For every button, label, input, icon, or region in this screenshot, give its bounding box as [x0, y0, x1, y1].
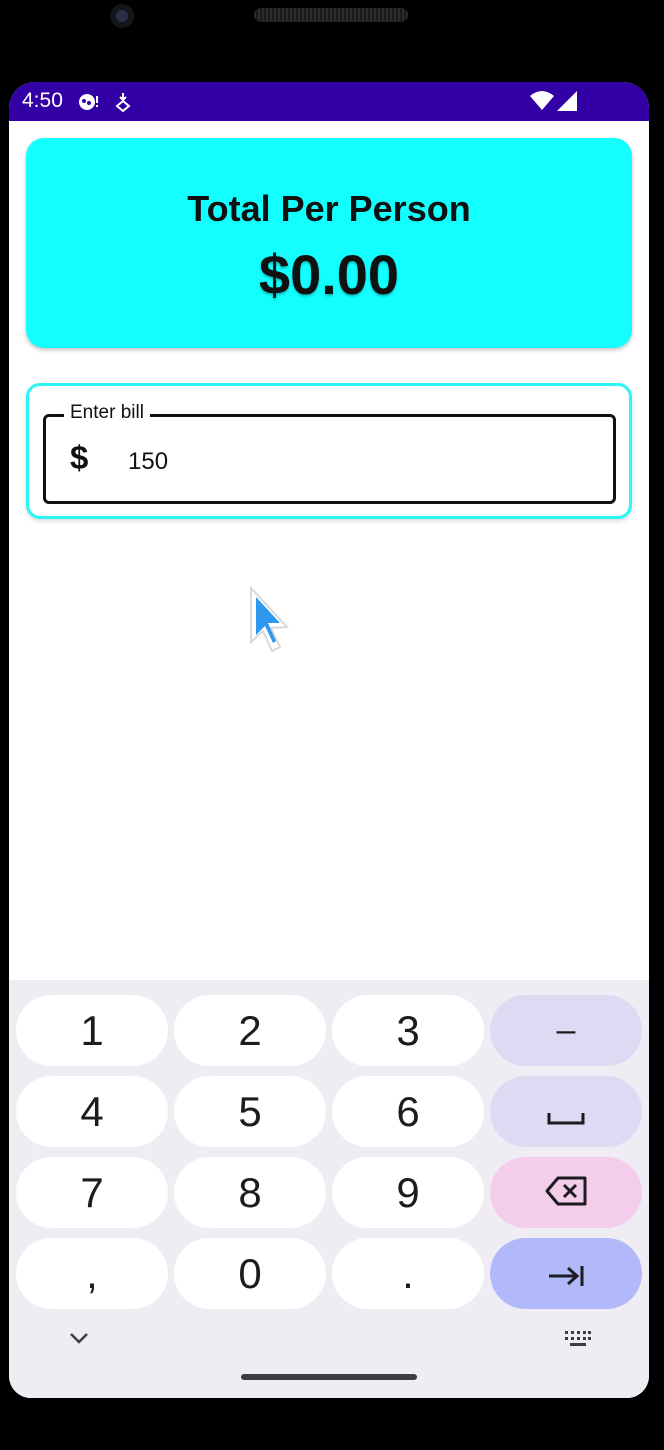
bill-input-card: Enter bill $ 150	[26, 383, 632, 519]
bill-input-field[interactable]: Enter bill $ 150	[43, 402, 616, 504]
numeric-keyboard: 1 2 3 – 4 5 6 7 8 9 , 0 .	[9, 980, 649, 1398]
key-6[interactable]: 6	[332, 1076, 484, 1147]
next-icon	[547, 1250, 585, 1298]
key-period[interactable]: .	[332, 1238, 484, 1309]
space-icon	[547, 1088, 585, 1136]
key-space[interactable]	[490, 1076, 642, 1147]
mouse-pointer-icon	[247, 584, 297, 660]
key-2[interactable]: 2	[174, 995, 326, 1066]
bill-input-label: Enter bill	[64, 402, 150, 424]
chevron-down-icon[interactable]	[67, 1330, 91, 1351]
wifi-icon	[529, 90, 555, 117]
total-per-person-card: Total Per Person $0.00	[26, 138, 632, 348]
earpiece-speaker	[254, 8, 408, 22]
dollar-icon: $	[70, 439, 89, 476]
key-backspace[interactable]	[490, 1157, 642, 1228]
backspace-icon	[544, 1169, 588, 1217]
key-0[interactable]: 0	[174, 1238, 326, 1309]
key-next[interactable]	[490, 1238, 642, 1309]
phone-bezel	[0, 0, 664, 84]
download-icon	[114, 91, 132, 118]
total-per-person-label: Total Per Person	[187, 188, 471, 229]
status-time: 4:50	[22, 89, 63, 112]
signal-icon	[557, 90, 579, 117]
status-bar: 4:50	[9, 82, 649, 121]
key-8[interactable]: 8	[174, 1157, 326, 1228]
key-9[interactable]: 9	[332, 1157, 484, 1228]
home-gesture-bar[interactable]	[241, 1374, 417, 1380]
key-3[interactable]: 3	[332, 995, 484, 1066]
key-minus[interactable]: –	[490, 995, 642, 1066]
bill-input-value[interactable]: 150	[128, 448, 168, 476]
keyboard-switch-icon[interactable]	[564, 1330, 592, 1353]
front-camera	[110, 4, 134, 28]
device-screen: 4:50 Total Per Person $0.00 Enter bill $…	[9, 82, 649, 1398]
key-comma[interactable]: ,	[16, 1238, 168, 1309]
key-4[interactable]: 4	[16, 1076, 168, 1147]
total-per-person-value: $0.00	[258, 243, 400, 306]
notification-icon	[77, 91, 99, 118]
key-5[interactable]: 5	[174, 1076, 326, 1147]
key-1[interactable]: 1	[16, 995, 168, 1066]
key-7[interactable]: 7	[16, 1157, 168, 1228]
